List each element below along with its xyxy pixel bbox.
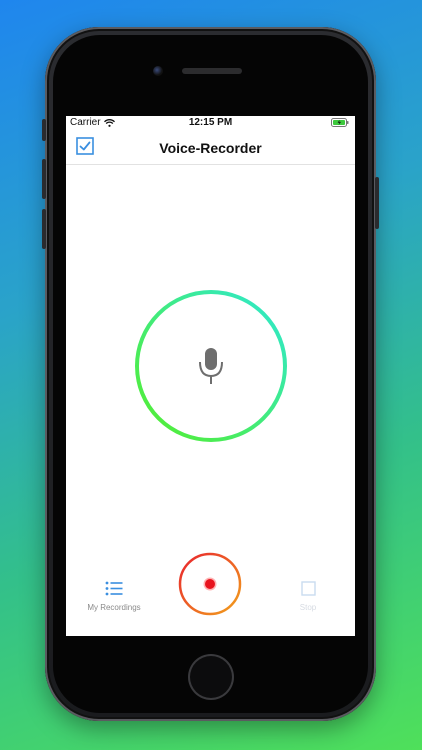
earpiece-speaker (182, 68, 242, 74)
recording-ring (135, 290, 287, 442)
stop-label: Stop (299, 603, 317, 612)
microphone-icon (199, 348, 223, 384)
volume-down-button (42, 209, 46, 249)
app-screen: Carrier 12:15 PM Voice-Recorder My Recor… (66, 116, 355, 636)
front-camera (153, 66, 163, 76)
volume-up-button (42, 159, 46, 199)
navigation-bar: Voice-Recorder (66, 130, 355, 165)
page-title: Voice-Recorder (159, 140, 262, 156)
status-bar: Carrier 12:15 PM (66, 116, 355, 130)
battery-icon (331, 118, 349, 127)
home-button[interactable] (190, 656, 232, 698)
stop-icon (300, 581, 316, 596)
status-time: 12:15 PM (188, 117, 233, 128)
power-button (375, 177, 379, 229)
list-icon (105, 581, 123, 596)
phone-frame: Carrier 12:15 PM Voice-Recorder My Recor… (42, 27, 379, 721)
bottom-tab-bar: My Recordings Stop (66, 546, 355, 636)
my-recordings-tab[interactable]: My Recordings (76, 581, 152, 612)
record-button[interactable] (178, 552, 242, 616)
my-recordings-label: My Recordings (87, 603, 141, 612)
stop-tab[interactable]: Stop (278, 581, 338, 612)
record-icon (203, 577, 217, 591)
mute-switch (42, 119, 46, 141)
